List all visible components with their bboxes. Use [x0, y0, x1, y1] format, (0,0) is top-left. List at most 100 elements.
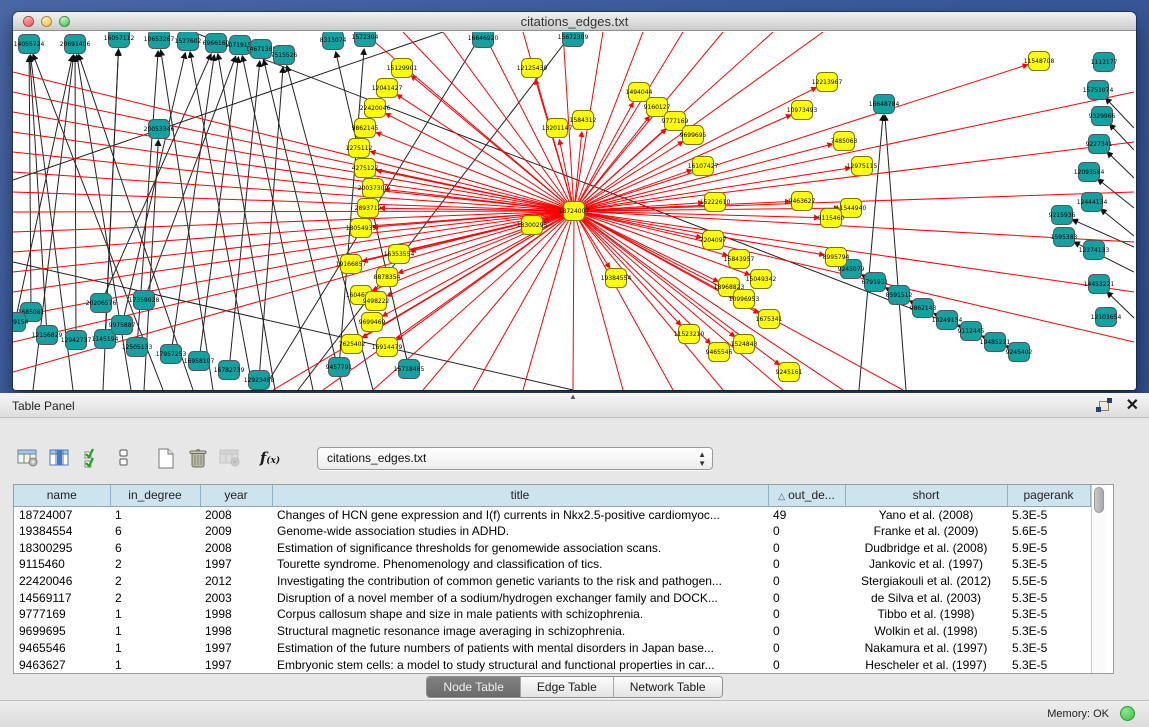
graph-node[interactable]: 9465546 [706, 343, 733, 362]
table-row[interactable]: 911546021997Tourette syndrome. Phenomeno… [14, 556, 1090, 573]
graph-node[interactable]: 9699695 [680, 126, 707, 145]
graph-node[interactable]: 15672309 [558, 32, 589, 47]
graph-node[interactable]: 16057112 [104, 32, 135, 48]
graph-node[interactable]: 7485063 [831, 132, 858, 151]
graph-node[interactable]: 12975115 [847, 157, 878, 176]
graph-node[interactable]: 15718485 [394, 360, 425, 379]
tab-network-table[interactable]: Network Table [614, 677, 722, 697]
graph-node[interactable]: 12156829 [32, 326, 63, 345]
clear-selection-icon[interactable] [109, 444, 139, 472]
column-header-pagerank[interactable]: pagerank [1007, 485, 1090, 506]
graph-node[interactable]: 1595383 [1051, 228, 1078, 247]
table-row[interactable]: 969969511998Structural magnetic resonanc… [14, 623, 1090, 640]
graph-node[interactable]: 22420046 [360, 99, 391, 118]
column-header-title[interactable]: title [272, 485, 768, 506]
node-table[interactable]: namein_degreeyeartitle△out_de...shortpag… [14, 485, 1091, 673]
graph-node[interactable]: 4275122 [352, 159, 379, 178]
new-column-icon[interactable] [151, 444, 181, 472]
graph-node[interactable]: 1524843 [731, 335, 758, 354]
table-row[interactable]: 1938455462009Genome-wide association stu… [14, 523, 1090, 540]
memory-status-icon[interactable] [1120, 706, 1135, 721]
graph-node[interactable]: 17359928 [129, 291, 160, 310]
close-panel-icon[interactable]: ✕ [1126, 398, 1139, 414]
table-row[interactable]: 1830029562008Estimation of significance … [14, 539, 1090, 556]
graph-node[interactable]: 9112445 [958, 322, 985, 341]
graph-node[interactable]: 1112177 [1091, 53, 1118, 72]
graph-node[interactable]: 1275112 [346, 139, 373, 158]
graph-node[interactable]: 12444134 [1077, 193, 1108, 212]
network-canvas[interactable]: 14055724 20691406 16057112 106532671527602 6… [13, 32, 1134, 390]
select-all-icon[interactable] [77, 444, 107, 472]
graph-node[interactable]: 9463627 [789, 192, 816, 211]
graph-node[interactable]: 6791931 [862, 273, 889, 292]
graph-node[interactable]: 14453221 [1084, 275, 1115, 294]
network-window-titlebar[interactable]: citations_edges.txt [13, 12, 1136, 31]
graph-node[interactable]: 9457791 [326, 358, 353, 377]
graph-node[interactable]: 2893712 [355, 199, 382, 218]
graph-node[interactable]: 9227341 [1086, 135, 1113, 154]
graph-node[interactable]: 11523210 [674, 325, 705, 344]
show-columns-icon[interactable] [45, 444, 75, 472]
table-scrollbar[interactable] [1091, 485, 1106, 673]
graph-node[interactable]: 9862145 [352, 119, 379, 138]
graph-node[interactable]: 7204097 [700, 231, 727, 250]
graph-node[interactable]: 9115460 [818, 209, 845, 228]
graph-node[interactable]: 1675341 [756, 310, 783, 329]
graph-node[interactable]: 8878354 [374, 268, 401, 287]
graph-node[interactable]: 8995794 [823, 248, 850, 267]
graph-node[interactable]: 14055724 [14, 35, 45, 54]
graph-node[interactable]: 9699469 [359, 313, 386, 332]
graph-node[interactable]: 20691406 [60, 35, 91, 54]
graph-node[interactable]: 1527602 [175, 32, 202, 51]
graph-node[interactable]: 9498222 [363, 292, 390, 311]
graph-node[interactable]: 16914479 [372, 338, 403, 357]
graph-node[interactable]: 16648784 [869, 95, 900, 114]
function-builder-icon[interactable]: f(x) [255, 444, 285, 472]
graph-node[interactable]: 9862143 [910, 299, 937, 318]
table-row[interactable]: 946554611997Estimation of the future num… [14, 640, 1090, 657]
graph-node[interactable]: 12213967 [812, 73, 843, 92]
graph-node[interactable]: 9245402 [1006, 343, 1033, 362]
graph-node[interactable]: 17957253 [156, 345, 187, 364]
table-row[interactable]: 1456911722003Disruption of a novel membe… [14, 589, 1090, 606]
graph-node[interactable]: 1572304 [352, 32, 379, 47]
graph-node[interactable]: 12274133 [1079, 241, 1110, 260]
tab-node-table[interactable]: Node Table [427, 677, 521, 697]
graph-node[interactable]: 16782739 [214, 361, 245, 380]
table-scrollbar-thumb[interactable] [1094, 487, 1104, 513]
graph-node[interactable]: 15049342 [746, 270, 777, 289]
graph-node[interactable]: 13201147 [542, 119, 573, 138]
network-view-window[interactable]: citations_edges.txt 14055724 20691406 1605… [13, 12, 1136, 390]
graph-node[interactable]: 1584312 [570, 111, 597, 130]
graph-node[interactable]: 8591512 [886, 286, 913, 305]
graph-node[interactable]: 12125439 [517, 59, 548, 78]
splitter-handle[interactable]: ▲ [567, 394, 579, 400]
graph-node[interactable]: 19166857 [336, 255, 367, 274]
column-header-name[interactable]: name [14, 485, 110, 506]
graph-node[interactable]: 15751074 [1083, 81, 1114, 100]
column-header-year[interactable]: year [200, 485, 272, 506]
float-panel-icon[interactable] [1096, 398, 1112, 414]
graph-node[interactable]: 9975887 [109, 316, 136, 335]
column-header-short[interactable]: short [845, 485, 1007, 506]
graph-node[interactable]: 10973493 [787, 101, 818, 120]
graph-node[interactable]: 19384554 [601, 269, 632, 288]
graph-node[interactable]: 16353554 [384, 245, 415, 264]
graph-node[interactable]: 9329966 [1089, 107, 1116, 126]
table-mode-icon[interactable] [13, 444, 43, 472]
graph-node[interactable]: 16646920 [468, 32, 499, 48]
graph-node[interactable]: 20206576 [86, 294, 117, 313]
graph-node[interactable]: 12093584 [1074, 163, 1105, 182]
graph-node[interactable]: 12505133 [122, 338, 153, 357]
graph-node[interactable]: 7515526 [271, 46, 298, 65]
delete-column-icon[interactable] [183, 444, 213, 472]
graph-node[interactable]: 10653267 [144, 32, 175, 49]
column-header-out-de-[interactable]: △out_de... [768, 485, 845, 506]
tab-edge-table[interactable]: Edge Table [521, 677, 614, 697]
graph-node[interactable]: 9215936 [1049, 206, 1076, 225]
table-row[interactable]: 2242004622012Investigating the contribut… [14, 573, 1090, 590]
column-header-in-degree[interactable]: in_degree [110, 485, 200, 506]
graph-node[interactable]: 12923468 [244, 371, 275, 390]
table-row[interactable]: 946362711997Embryonic stem cells: a mode… [14, 656, 1090, 673]
table-row[interactable]: 1872400712008Changes of HCN gene express… [14, 506, 1090, 523]
